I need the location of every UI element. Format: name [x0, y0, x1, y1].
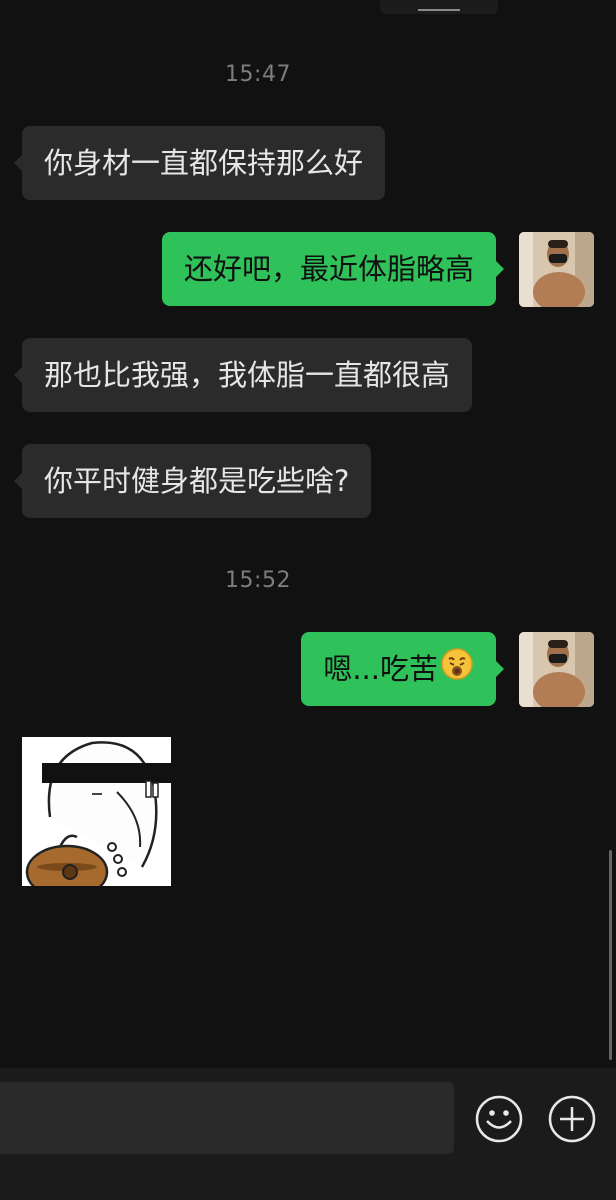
timestamp: 15:52	[225, 568, 291, 593]
previous-media-thumbnail[interactable]	[380, 0, 498, 14]
thumbnail-line	[418, 9, 460, 11]
avatar[interactable]	[519, 632, 594, 707]
plus-circle-icon	[548, 1095, 596, 1143]
scrollbar[interactable]	[609, 850, 612, 1060]
sticker-message[interactable]	[22, 737, 171, 886]
timestamp: 15:47	[225, 62, 291, 87]
avatar[interactable]	[519, 232, 594, 307]
message-bubble-incoming[interactable]: 你平时健身都是吃些啥?	[13, 444, 372, 518]
avatar-photo-icon	[519, 632, 594, 707]
message-bubble-outgoing[interactable]: 嗯...吃苦	[301, 632, 504, 708]
chat-area[interactable]: 15:47 你身材一直都保持那么好 还好吧，最近体脂略高 那也比我强，我体脂一直…	[0, 0, 616, 1068]
input-bar	[0, 1068, 616, 1200]
blindfolded-figure-sticker-icon	[22, 737, 171, 886]
message-input[interactable]	[0, 1082, 454, 1154]
smiley-icon	[475, 1095, 523, 1143]
message-bubble-outgoing[interactable]: 还好吧，最近体脂略高	[161, 232, 505, 306]
more-button[interactable]	[547, 1094, 597, 1144]
message-text: 嗯...吃苦	[323, 652, 438, 686]
emoji-button[interactable]	[474, 1094, 524, 1144]
message-bubble-incoming[interactable]: 你身材一直都保持那么好	[13, 126, 386, 200]
exhausted-face-emoji-icon	[440, 634, 474, 708]
avatar-photo-icon	[519, 232, 594, 307]
message-bubble-incoming[interactable]: 那也比我强，我体脂一直都很高	[13, 338, 473, 412]
